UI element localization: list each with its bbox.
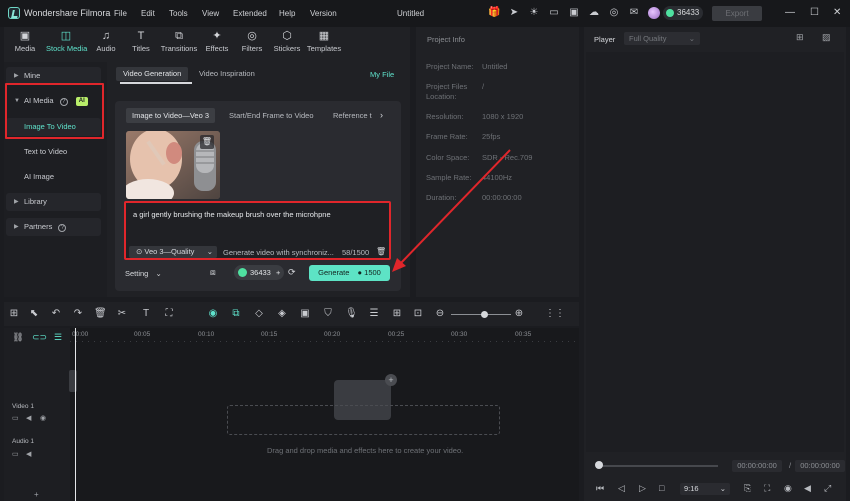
annotation-arrow — [392, 149, 511, 272]
